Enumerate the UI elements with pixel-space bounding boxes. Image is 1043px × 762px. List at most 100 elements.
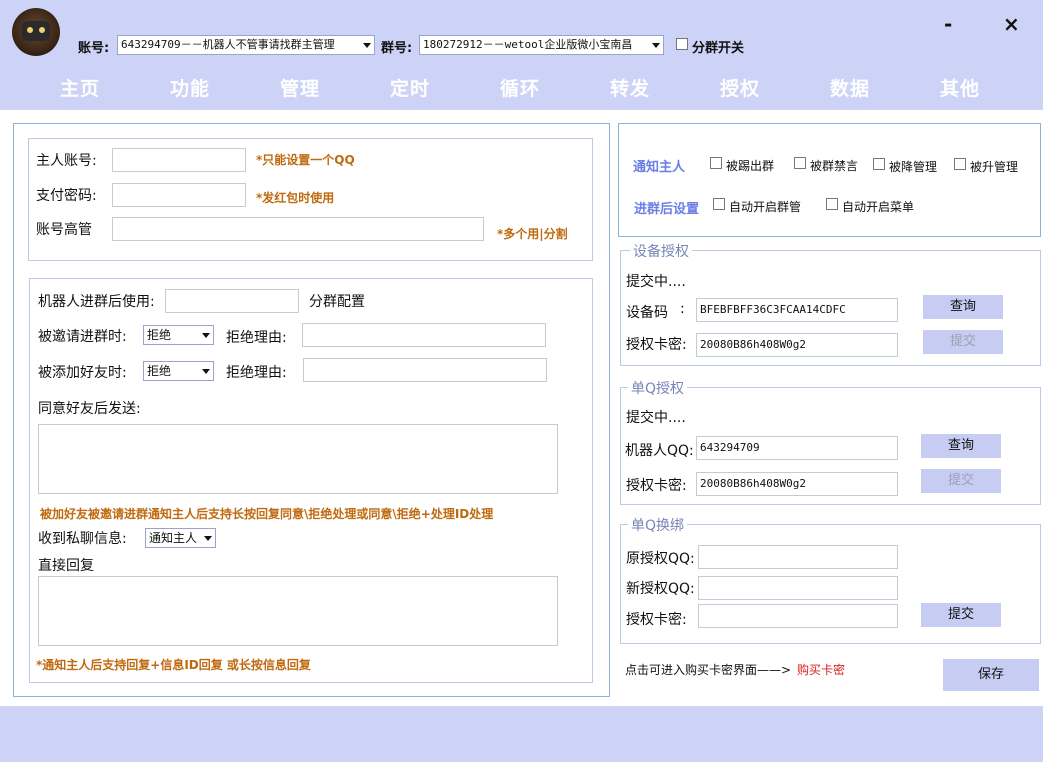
rebind-card-label: 授权卡密: — [626, 612, 687, 628]
old-qq-label: 原授权QQ: — [626, 551, 695, 567]
robot-qq-label: 机器人QQ: — [625, 443, 694, 459]
invited-select-value: 拒绝 — [147, 328, 172, 342]
device-code-value: BFEBFBFF36C3FCAA14CDFC — [700, 303, 846, 316]
after-join-setting-label: 进群后设置 — [634, 202, 700, 217]
private-msg-select-value: 通知主人 — [149, 531, 198, 545]
tab-other[interactable]: 其他 — [910, 74, 1010, 101]
chevron-down-icon — [204, 536, 212, 541]
group-config-label: 分群配置 — [309, 294, 365, 310]
tab-loop[interactable]: 循环 — [470, 74, 570, 101]
friend-select[interactable]: 拒绝 — [143, 361, 214, 381]
device-auth-title: 设备授权 — [630, 241, 692, 261]
after-join-label: 机器人进群后使用: — [38, 294, 155, 310]
chevron-down-icon — [202, 333, 210, 338]
demoted-checkbox[interactable] — [873, 158, 885, 170]
split-group-checkbox[interactable] — [676, 38, 688, 50]
admins-label: 账号高管 — [36, 222, 92, 238]
friend-select-value: 拒绝 — [147, 364, 172, 378]
muted-checkbox[interactable] — [794, 157, 806, 169]
kicked-label: 被踢出群 — [726, 159, 775, 173]
device-code-label: 设备码 — [626, 305, 668, 321]
old-qq-input[interactable] — [698, 545, 898, 569]
device-card-input[interactable]: 20080B86h408W0g2 — [696, 333, 898, 357]
group-select[interactable]: 180272912－－wetool企业版微小宝南昌 — [419, 35, 664, 55]
robot-avatar — [12, 8, 60, 56]
rebind-submit-button[interactable]: 提交 — [921, 603, 1001, 627]
bottom-hint: *通知主人后支持回复+信息ID回复 或长按信息回复 — [36, 658, 311, 672]
demoted-label: 被降管理 — [889, 160, 938, 174]
after-join-input[interactable] — [165, 289, 299, 313]
admins-input[interactable] — [112, 217, 484, 241]
pay-password-label: 支付密码: — [36, 188, 97, 204]
kicked-checkbox[interactable] — [710, 157, 722, 169]
tab-timer[interactable]: 定时 — [360, 74, 460, 101]
account-select[interactable]: 643294709－－机器人不管事请找群主管理 — [117, 35, 375, 55]
friend-reason-input[interactable] — [303, 358, 547, 382]
owner-account-label: 主人账号: — [36, 153, 97, 169]
single-query-button[interactable]: 查询 — [921, 434, 1001, 458]
pay-password-input[interactable] — [112, 183, 246, 207]
direct-reply-textarea[interactable] — [38, 576, 558, 646]
owner-account-hint: *只能设置一个QQ — [256, 153, 355, 167]
buy-card-link[interactable]: 购买卡密 — [797, 661, 845, 678]
after-agree-label: 同意好友后发送: — [38, 401, 141, 417]
tab-authorize[interactable]: 授权 — [690, 74, 790, 101]
promoted-checkbox[interactable] — [954, 158, 966, 170]
private-msg-label: 收到私聊信息: — [38, 531, 127, 547]
new-qq-input[interactable] — [698, 576, 898, 600]
single-auth-status: 提交中.... — [626, 410, 686, 426]
device-auth-status: 提交中.... — [626, 274, 686, 290]
friend-reason-label: 拒绝理由: — [226, 365, 287, 381]
rebind-card-input[interactable] — [698, 604, 898, 628]
account-label: 账号: — [78, 41, 110, 56]
single-submit-button[interactable]: 提交 — [921, 469, 1001, 493]
chevron-down-icon — [652, 43, 660, 48]
robot-qq-value: 643294709 — [700, 441, 760, 454]
tab-forward[interactable]: 转发 — [580, 74, 680, 101]
device-code-input[interactable]: BFEBFBFF36C3FCAA14CDFC — [696, 298, 898, 322]
private-msg-select[interactable]: 通知主人 — [145, 528, 216, 548]
invited-reason-input[interactable] — [302, 323, 546, 347]
admins-hint: *多个用|分割 — [497, 227, 568, 241]
group-label: 群号: — [381, 41, 413, 56]
notify-panel — [618, 123, 1041, 237]
new-qq-label: 新授权QQ: — [626, 581, 695, 597]
tab-manage[interactable]: 管理 — [250, 74, 350, 101]
after-agree-textarea[interactable] — [38, 424, 558, 494]
invite-hint: 被加好友被邀请进群通知主人后支持长按回复同意\拒绝处理或同意\拒绝+处理ID处理 — [40, 507, 494, 521]
promoted-label: 被升管理 — [970, 160, 1019, 174]
invited-label: 被邀请进群时: — [38, 329, 127, 345]
device-card-value: 20080B86h408W0g2 — [700, 338, 806, 351]
device-query-button[interactable]: 查询 — [923, 295, 1003, 319]
tab-data[interactable]: 数据 — [800, 74, 900, 101]
tab-home[interactable]: 主页 — [30, 74, 130, 101]
pay-password-hint: *发红包时使用 — [256, 191, 335, 205]
chevron-down-icon — [363, 43, 371, 48]
save-button[interactable]: 保存 — [943, 659, 1039, 691]
group-select-value: 180272912－－wetool企业版微小宝南昌 — [423, 38, 633, 51]
tab-functions[interactable]: 功能 — [140, 74, 240, 101]
device-submit-button[interactable]: 提交 — [923, 330, 1003, 354]
direct-reply-label: 直接回复 — [38, 558, 94, 574]
account-select-value: 643294709－－机器人不管事请找群主管理 — [121, 38, 335, 51]
owner-account-input[interactable] — [112, 148, 246, 172]
auto-manage-checkbox[interactable] — [713, 198, 725, 210]
auto-menu-checkbox[interactable] — [826, 198, 838, 210]
single-auth-title: 单Q授权 — [628, 378, 688, 398]
single-card-input[interactable]: 20080B86h408W0g2 — [696, 472, 898, 496]
muted-label: 被群禁言 — [810, 159, 859, 173]
chevron-down-icon — [202, 369, 210, 374]
robot-qq-input[interactable]: 643294709 — [696, 436, 898, 460]
invited-reason-label: 拒绝理由: — [226, 330, 287, 346]
minimize-button[interactable]: - — [944, 12, 952, 36]
single-card-value: 20080B86h408W0g2 — [700, 477, 806, 490]
split-group-label: 分群开关 — [692, 41, 745, 56]
notify-owner-label: 通知主人 — [633, 160, 686, 175]
invited-select[interactable]: 拒绝 — [143, 325, 214, 345]
friend-label: 被添加好友时: — [38, 365, 127, 381]
single-card-label: 授权卡密: — [626, 478, 687, 494]
close-button[interactable]: × — [1003, 12, 1020, 36]
device-card-label: 授权卡密: — [626, 337, 687, 353]
auto-manage-label: 自动开启群管 — [729, 200, 802, 214]
auto-menu-label: 自动开启菜单 — [842, 200, 915, 214]
